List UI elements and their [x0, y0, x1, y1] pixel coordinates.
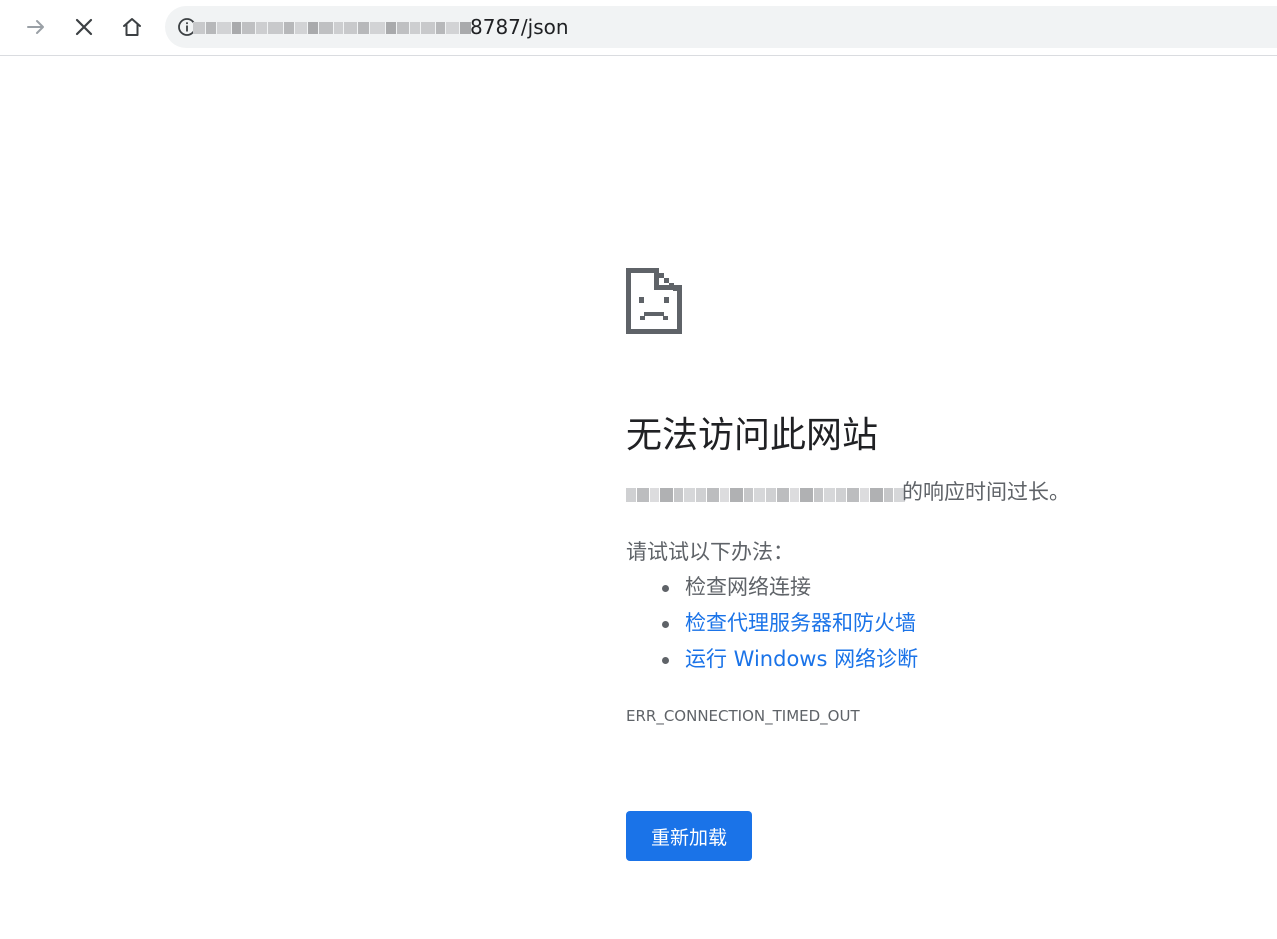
redaction-pixel	[217, 22, 231, 34]
redaction-pixel	[626, 488, 637, 502]
home-button[interactable]	[114, 9, 150, 45]
redaction-pixel	[729, 488, 743, 502]
redaction-pixel	[344, 22, 357, 34]
sad-document-icon	[626, 268, 682, 334]
redaction-pixel	[743, 488, 753, 502]
stop-icon	[75, 18, 93, 36]
redaction-pixel	[268, 22, 283, 34]
stop-loading-button[interactable]	[66, 9, 102, 45]
redaction-pixel	[334, 22, 343, 34]
redaction-pixel	[397, 22, 409, 34]
redaction-pixel	[777, 488, 790, 502]
suggestion-check-proxy-firewall-link[interactable]: 检查代理服务器和防火墙	[626, 606, 918, 642]
suggestions-intro: 请试试以下办法：	[626, 540, 794, 564]
error-summary-text: 的响应时间过长。	[902, 480, 1070, 504]
forward-button[interactable]	[18, 9, 54, 45]
redaction-pixel	[319, 22, 333, 34]
redaction-pixel	[860, 488, 869, 502]
redaction-pixel	[883, 488, 893, 502]
redaction-pixel	[869, 488, 883, 502]
redaction-pixel	[766, 488, 777, 502]
redaction-pixel	[650, 488, 659, 502]
redaction-pixel	[284, 22, 294, 34]
redaction-pixel	[370, 22, 385, 34]
redaction-pixel	[847, 488, 860, 502]
home-icon	[123, 18, 141, 36]
redaction-pixel	[659, 488, 673, 502]
error-summary: 的响应时间过长。	[626, 474, 1186, 510]
redacted-url-host	[193, 16, 473, 40]
reload-button[interactable]: 重新加载	[626, 811, 752, 861]
redaction-pixel	[410, 22, 420, 34]
redaction-pixel	[256, 22, 267, 34]
suggestions-list: 检查网络连接 检查代理服务器和防火墙 运行 Windows 网络诊断	[626, 570, 918, 678]
redaction-pixel	[446, 22, 459, 34]
address-bar[interactable]: 8787/json	[165, 6, 1277, 48]
redaction-pixel	[707, 488, 720, 502]
redaction-pixel	[836, 488, 847, 502]
redaction-pixel	[193, 22, 205, 34]
redaction-pixel	[206, 22, 216, 34]
address-bar-url-text[interactable]: 8787/json	[470, 6, 569, 48]
redaction-pixel	[436, 22, 445, 34]
redaction-pixel	[683, 488, 695, 502]
browser-toolbar: 8787/json	[0, 0, 1277, 56]
redaction-pixel	[421, 22, 435, 34]
forward-arrow-icon	[27, 20, 44, 34]
redacted-site-name	[626, 480, 906, 510]
error-code: ERR_CONNECTION_TIMED_OUT	[626, 707, 860, 725]
error-title: 无法访问此网站	[626, 415, 879, 456]
redaction-pixel	[813, 488, 823, 502]
redaction-pixel	[637, 488, 650, 502]
redaction-pixel	[386, 22, 396, 34]
redaction-pixel	[308, 22, 318, 34]
redaction-pixel	[358, 22, 369, 34]
redaction-pixel	[295, 22, 307, 34]
redaction-pixel	[232, 22, 241, 34]
suggestion-run-windows-diagnostics-link[interactable]: 运行 Windows 网络诊断	[626, 642, 918, 678]
redaction-pixel	[753, 488, 765, 502]
redaction-pixel	[242, 22, 255, 34]
redaction-pixel	[799, 488, 813, 502]
suggestion-check-network: 检查网络连接	[626, 570, 918, 606]
redaction-pixel	[720, 488, 729, 502]
redaction-pixel	[823, 488, 835, 502]
redaction-pixel	[673, 488, 683, 502]
redaction-pixel	[696, 488, 707, 502]
redaction-pixel	[790, 488, 799, 502]
